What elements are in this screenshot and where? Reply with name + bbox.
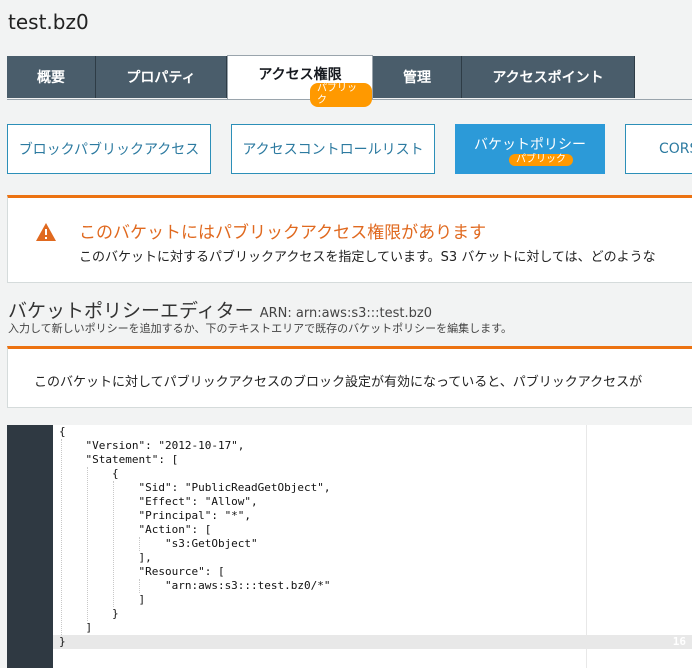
warning-triangle-icon bbox=[35, 222, 57, 246]
code-line: "arn:aws:s3:::test.bz0/*" bbox=[59, 579, 331, 592]
code-line: { bbox=[59, 467, 119, 480]
alert-body: このバケットに対するパブリックアクセスを指定しています。S3 バケットに対しては… bbox=[79, 250, 656, 265]
tab-access-points[interactable]: アクセスポイント bbox=[462, 56, 635, 98]
tab-management[interactable]: 管理 bbox=[373, 56, 462, 98]
public-badge: パブリック bbox=[509, 154, 573, 166]
code-line: ] bbox=[59, 621, 93, 634]
bucket-arn: ARN: arn:aws:s3:::test.bz0 bbox=[259, 306, 432, 321]
alert-heading: このバケットにはパブリックアクセス権限があります bbox=[79, 223, 487, 243]
subtab-label: CORS bbox=[659, 141, 692, 157]
tab-permissions-label: アクセス権限 bbox=[258, 66, 342, 83]
tab-overview-label: 概要 bbox=[37, 70, 65, 86]
subtab-label: ブロックパブリックアクセス bbox=[18, 142, 200, 158]
line-number-gutter bbox=[7, 425, 53, 668]
public-access-alert: このバケットにはパブリックアクセス権限があります このバケットに対するパブリック… bbox=[7, 195, 692, 283]
line-number: 3 bbox=[679, 453, 686, 466]
alert-body: このバケットに対してパブリックアクセスのブロック設定が有効になっていると、パブリ… bbox=[34, 375, 643, 390]
code-line: "Version": "2012-10-17", bbox=[59, 439, 245, 452]
print-margin bbox=[586, 425, 587, 668]
page-title: test.bz0 bbox=[8, 10, 89, 34]
code-line: "Statement": [ bbox=[59, 453, 179, 466]
code-line: "Principal": "*", bbox=[59, 509, 252, 522]
policy-editor-heading: バケットポリシーエディター ARN: arn:aws:s3:::test.bz0 bbox=[8, 296, 432, 323]
code-line: { bbox=[59, 425, 66, 438]
tab-access-points-label: アクセスポイント bbox=[492, 70, 604, 86]
active-line-highlight bbox=[53, 635, 692, 649]
line-number: 16 bbox=[672, 635, 686, 648]
code-line: } bbox=[59, 635, 66, 648]
line-number: 13 bbox=[672, 593, 686, 606]
tab-overview[interactable]: 概要 bbox=[7, 56, 96, 98]
line-number: 5 bbox=[679, 481, 686, 494]
tab-properties-label: プロパティ bbox=[126, 70, 196, 86]
code-line: "s3:GetObject" bbox=[59, 537, 258, 550]
code-line: } bbox=[59, 607, 119, 620]
code-line: "Sid": "PublicReadGetObject", bbox=[59, 481, 331, 494]
tab-management-label: 管理 bbox=[403, 70, 431, 86]
permission-subtabs: ブロックパブリックアクセス アクセスコントロールリスト バケットポリシー パブリ… bbox=[0, 124, 692, 176]
code-line: "Action": [ bbox=[59, 523, 212, 536]
code-line: ] bbox=[59, 593, 146, 606]
tab-permissions[interactable]: アクセス権限 パブリック bbox=[227, 55, 373, 107]
main-tabs: 概要 プロパティ アクセス権限 パブリック 管理 アクセスポイント bbox=[7, 55, 692, 107]
line-number: 9 bbox=[679, 537, 686, 550]
policy-code-editor[interactable]: 1 2 3 4 5 6 7 8 9 10 11 12 13 14 15 16 {… bbox=[7, 425, 692, 668]
code-line: "Resource": [ bbox=[59, 565, 225, 578]
line-number: 6 bbox=[679, 495, 686, 508]
line-number: 14 bbox=[672, 607, 686, 620]
subtab-block-public-access[interactable]: ブロックパブリックアクセス bbox=[7, 124, 211, 174]
subtab-cors[interactable]: CORS bbox=[625, 124, 692, 174]
subtab-label: アクセスコントロールリスト bbox=[242, 142, 424, 158]
subtab-bucket-policy[interactable]: バケットポリシー パブリック bbox=[455, 124, 605, 174]
code-line: ], bbox=[59, 551, 152, 564]
line-number: 1 bbox=[679, 425, 686, 438]
line-number: 2 bbox=[679, 439, 686, 452]
line-number: 7 bbox=[679, 509, 686, 522]
policy-editor-title: バケットポリシーエディター bbox=[8, 300, 254, 322]
public-badge: パブリック bbox=[310, 83, 372, 107]
line-number: 11 bbox=[672, 565, 686, 578]
subtab-acl[interactable]: アクセスコントロールリスト bbox=[231, 124, 435, 174]
line-number: 12 bbox=[672, 579, 686, 592]
line-number: 8 bbox=[679, 523, 686, 536]
line-number: 4 bbox=[679, 467, 686, 480]
policy-editor-description: 入力して新しいポリシーを追加するか、下のテキストエリアで既存のバケットポリシーを… bbox=[8, 322, 513, 335]
block-public-access-alert: このバケットに対してパブリックアクセスのブロック設定が有効になっていると、パブリ… bbox=[7, 346, 692, 408]
code-line: "Effect": "Allow", bbox=[59, 495, 258, 508]
line-number: 10 bbox=[672, 551, 686, 564]
tab-properties[interactable]: プロパティ bbox=[96, 56, 227, 98]
subtab-label: バケットポリシー bbox=[474, 137, 586, 153]
line-number: 15 bbox=[672, 621, 686, 634]
